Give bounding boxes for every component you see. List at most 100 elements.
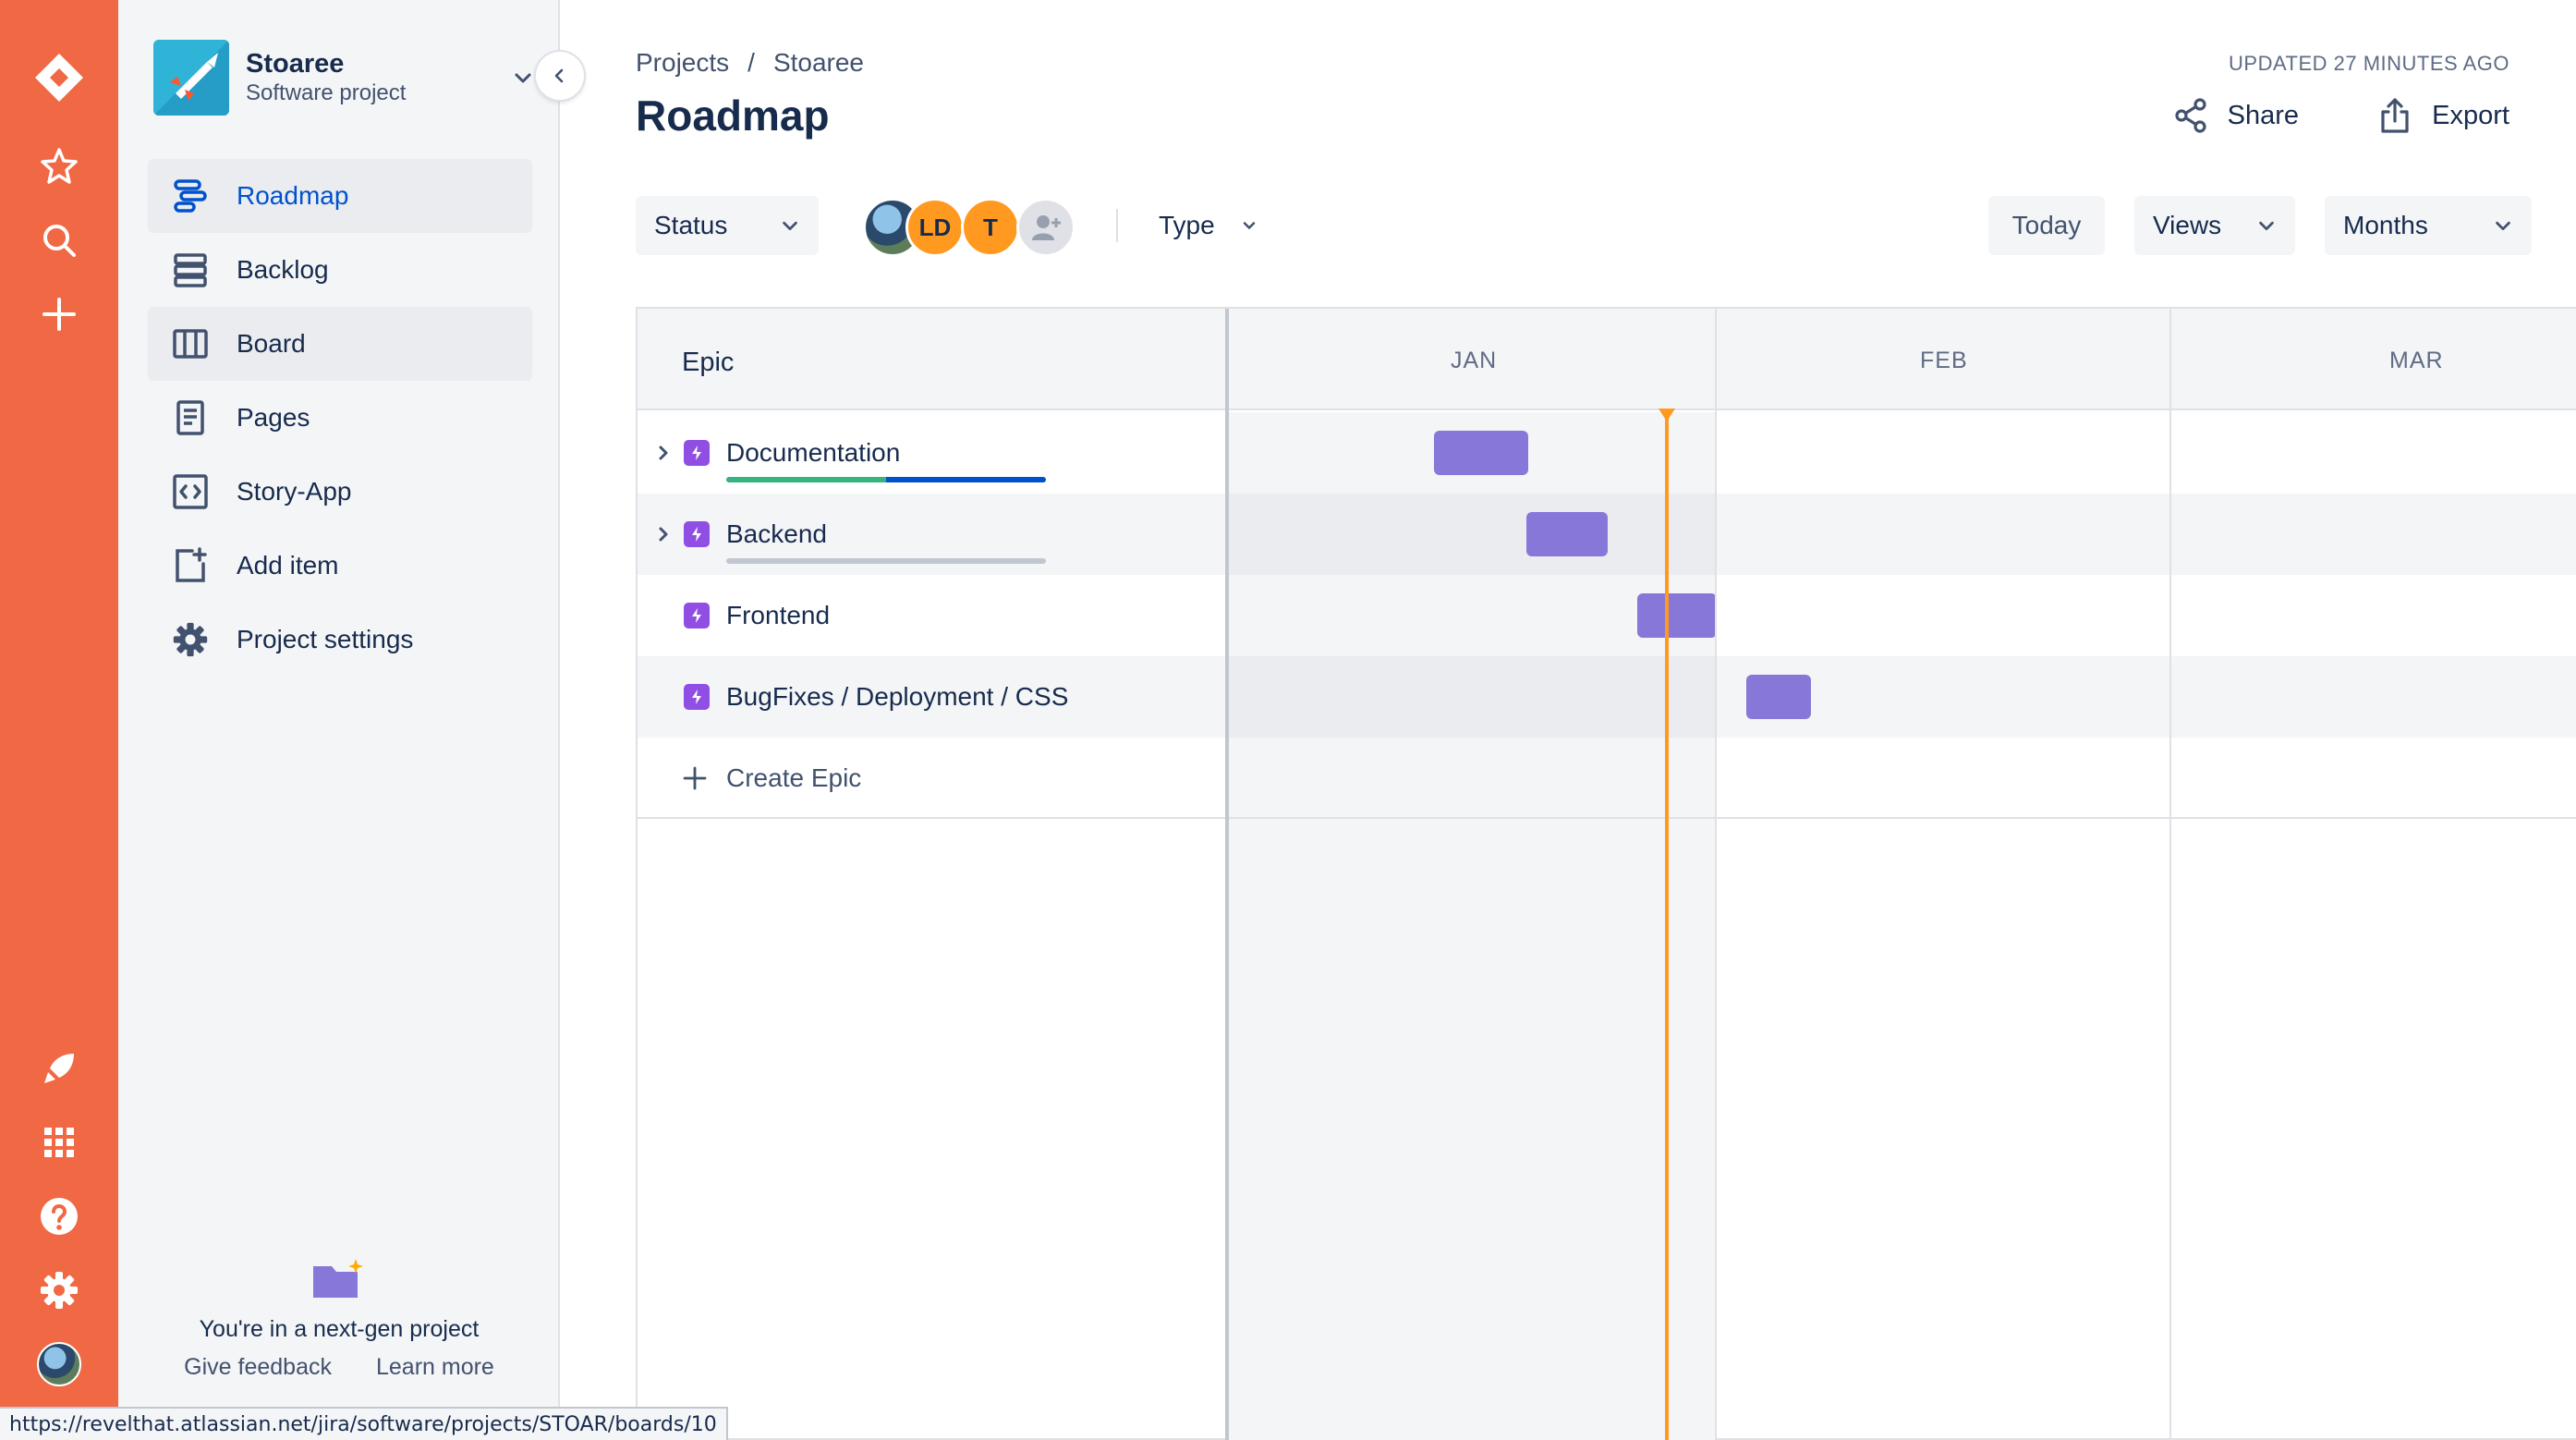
create-epic-label: Create Epic	[726, 763, 862, 792]
nav-label-project-settings: Project settings	[237, 625, 414, 653]
epic-name[interactable]: Frontend	[726, 601, 830, 630]
search-icon[interactable]	[30, 211, 89, 270]
help-icon[interactable]	[30, 1187, 89, 1246]
nav-item-project-settings[interactable]: Project settings	[148, 603, 532, 677]
give-feedback-link[interactable]: Give feedback	[184, 1354, 332, 1381]
months-label: Months	[2343, 211, 2428, 239]
link-status-bar: https://revelthat.atlassian.net/jira/sof…	[0, 1407, 728, 1440]
learn-more-link[interactable]: Learn more	[376, 1354, 494, 1381]
add-item-icon	[168, 543, 213, 588]
epic-row[interactable]: Backend	[638, 494, 2576, 575]
avatar-t[interactable]: T	[961, 198, 1020, 257]
epic-timeline-bar[interactable]	[1434, 431, 1528, 475]
month-mar: MAR	[2389, 348, 2444, 373]
export-label: Export	[2432, 100, 2509, 130]
epic-column-header: Epic	[682, 348, 735, 377]
today-line	[1665, 412, 1669, 1440]
type-dropdown[interactable]: Type	[1140, 196, 1277, 255]
breadcrumb-projects[interactable]: Projects	[636, 48, 729, 78]
views-label: Views	[2153, 211, 2222, 239]
updated-timestamp: UPDATED 27 MINUTES AGO	[2229, 52, 2509, 75]
chevron-right-icon[interactable]	[650, 519, 676, 549]
create-epic-row: Create Epic	[638, 738, 2576, 819]
months-dropdown[interactable]: Months	[2325, 196, 2532, 255]
current-month-shade	[1229, 656, 1717, 738]
project-name: Stoaree	[246, 49, 345, 79]
status-dropdown[interactable]: Status	[636, 196, 819, 255]
status-label: Status	[654, 211, 728, 239]
timeline-header: Epic JAN FEB MAR	[638, 309, 2576, 410]
progress-in-progress	[886, 477, 1046, 482]
main-content: Projects / Stoaree Roadmap UPDATED 27 MI…	[560, 0, 2576, 1440]
chevron-right-icon[interactable]	[650, 438, 676, 468]
nav-item-backlog[interactable]: Backlog	[148, 233, 532, 307]
epic-lightning-icon	[684, 684, 710, 710]
today-label: Today	[2011, 211, 2082, 239]
chevron-down-icon	[2496, 221, 2510, 231]
star-icon[interactable]	[30, 137, 89, 196]
folder-icon	[311, 1257, 367, 1301]
user-avatar[interactable]	[37, 1342, 81, 1386]
epic-timeline-bar[interactable]	[1746, 675, 1811, 719]
export-icon	[2381, 98, 2409, 133]
progress-done	[726, 477, 886, 482]
project-type: Software project	[246, 80, 407, 105]
plus-icon	[683, 766, 707, 790]
nav-label-roadmap: Roadmap	[237, 181, 349, 210]
chevron-down-icon	[1243, 222, 1256, 229]
rocket-icon[interactable]	[30, 1039, 89, 1098]
nav-label-backlog: Backlog	[237, 255, 329, 284]
epic-progress-bar	[726, 558, 1046, 564]
plus-icon[interactable]	[30, 285, 89, 344]
nav-item-roadmap[interactable]: Roadmap	[148, 159, 532, 233]
avatar-ld[interactable]: LD	[905, 198, 965, 257]
app-switcher-icon[interactable]	[30, 1113, 89, 1172]
type-label: Type	[1159, 211, 1215, 239]
epic-row[interactable]: BugFixes / Deployment / CSS	[638, 656, 2576, 738]
collapse-sidebar-button[interactable]	[536, 52, 584, 100]
epic-timeline-bar[interactable]	[1637, 593, 1717, 638]
breadcrumb-project[interactable]: Stoaree	[773, 48, 864, 78]
project-switcher[interactable]: Stoaree Software project	[153, 39, 541, 116]
page-title: Roadmap	[636, 92, 830, 140]
epic-row[interactable]: Frontend	[638, 575, 2576, 656]
global-navigation-rail	[0, 0, 118, 1440]
breadcrumb-separator: /	[747, 48, 755, 77]
epic-name[interactable]: Documentation	[726, 438, 900, 468]
project-logo-icon	[153, 40, 229, 116]
nav-item-board[interactable]: Board	[148, 307, 532, 381]
epic-lightning-icon	[684, 603, 710, 628]
nav-label-story-app: Story-App	[237, 477, 352, 506]
chevron-down-icon	[783, 221, 797, 231]
jira-logo-icon[interactable]	[30, 48, 89, 107]
nav-label-pages: Pages	[237, 403, 310, 432]
epic-column-divider[interactable]	[1225, 309, 1229, 1440]
epic-row[interactable]: Documentation	[638, 412, 2576, 494]
settings-icon[interactable]	[30, 1261, 89, 1320]
pages-icon	[168, 396, 213, 440]
views-dropdown[interactable]: Views	[2134, 196, 2295, 255]
epic-name[interactable]: BugFixes / Deployment / CSS	[726, 682, 1068, 712]
code-icon	[168, 470, 213, 514]
export-button[interactable]: Export	[2376, 92, 2509, 139]
epic-timeline-bar[interactable]	[1526, 512, 1608, 556]
current-month-shade	[1229, 494, 1717, 575]
nav-label-board: Board	[237, 329, 306, 358]
nav-item-pages[interactable]: Pages	[148, 381, 532, 455]
share-button[interactable]: Share	[2172, 92, 2299, 139]
epic-name[interactable]: Backend	[726, 519, 827, 549]
project-nav: Roadmap Backlog Board Pages Story-App Ad…	[148, 159, 532, 677]
epic-progress-bar	[726, 477, 1046, 482]
create-epic-button[interactable]: Create Epic	[682, 763, 861, 793]
add-people-icon[interactable]	[1016, 198, 1075, 257]
roadmap-icon	[168, 174, 213, 218]
nav-item-add-item[interactable]: Add item	[148, 529, 532, 603]
nav-label-add-item: Add item	[237, 551, 339, 580]
today-button[interactable]: Today	[1988, 196, 2105, 255]
nav-item-story-app[interactable]: Story-App	[148, 455, 532, 529]
filter-divider	[1116, 209, 1118, 242]
share-label: Share	[2227, 100, 2299, 130]
roadmap-timeline: Epic JAN FEB MAR Documentation Backend F…	[636, 307, 2576, 1440]
month-divider	[1715, 309, 1717, 1440]
settings-icon	[168, 617, 213, 662]
